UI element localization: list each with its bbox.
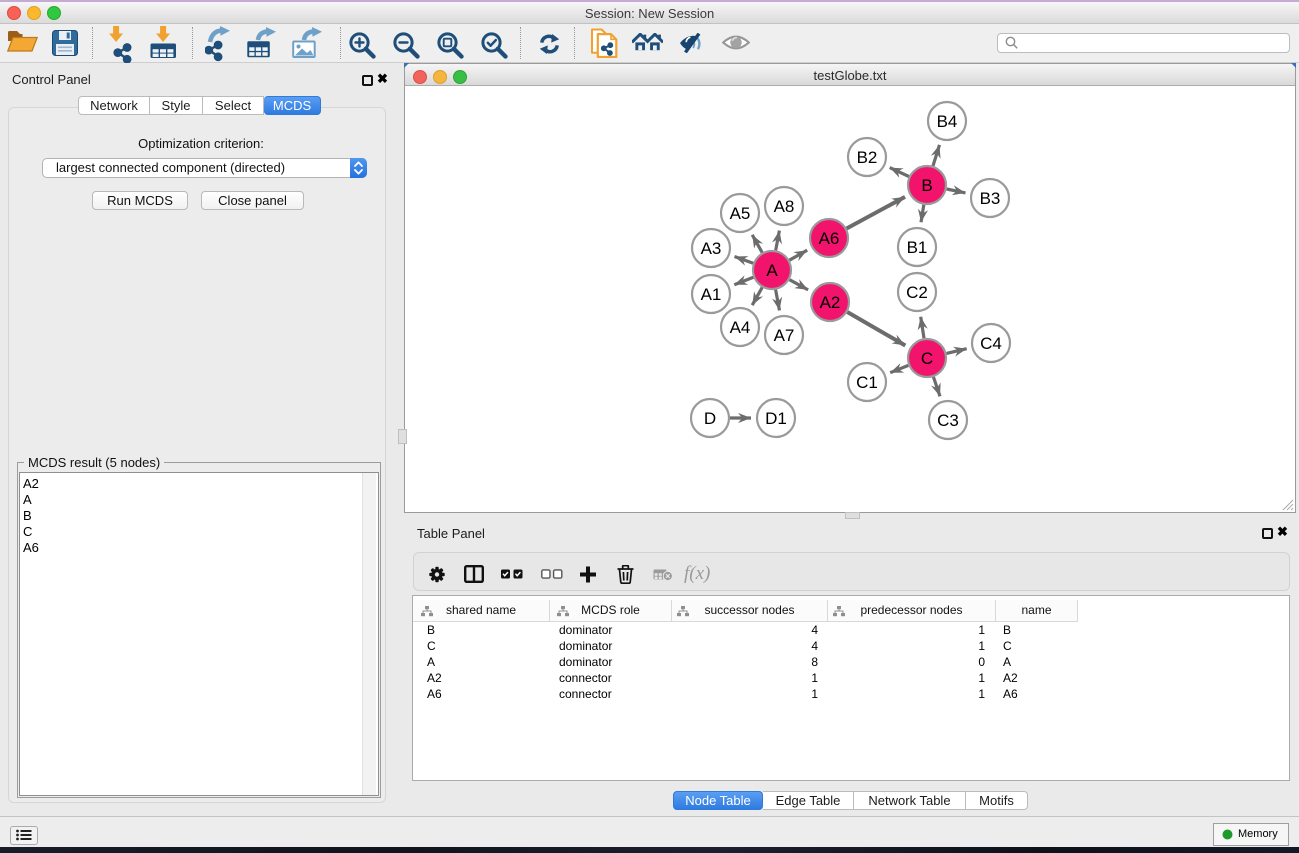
svg-text:A5: A5 (730, 204, 751, 223)
svg-text:A4: A4 (730, 318, 751, 337)
svg-text:D: D (704, 409, 716, 428)
svg-text:C2: C2 (906, 283, 928, 302)
svg-text:B: B (921, 176, 932, 195)
svg-text:A7: A7 (774, 326, 795, 345)
svg-text:A6: A6 (819, 229, 840, 248)
svg-text:B4: B4 (937, 112, 958, 131)
svg-text:C1: C1 (856, 373, 878, 392)
svg-text:D1: D1 (765, 409, 787, 428)
svg-text:B1: B1 (907, 238, 928, 257)
svg-text:A2: A2 (820, 293, 841, 312)
svg-text:C3: C3 (937, 411, 959, 430)
svg-text:A8: A8 (774, 197, 795, 216)
svg-text:A3: A3 (701, 239, 722, 258)
svg-text:B2: B2 (857, 148, 878, 167)
svg-text:A1: A1 (701, 285, 722, 304)
svg-text:A: A (766, 261, 778, 280)
svg-text:C4: C4 (980, 334, 1002, 353)
svg-text:B3: B3 (980, 189, 1001, 208)
svg-text:C: C (921, 349, 933, 368)
